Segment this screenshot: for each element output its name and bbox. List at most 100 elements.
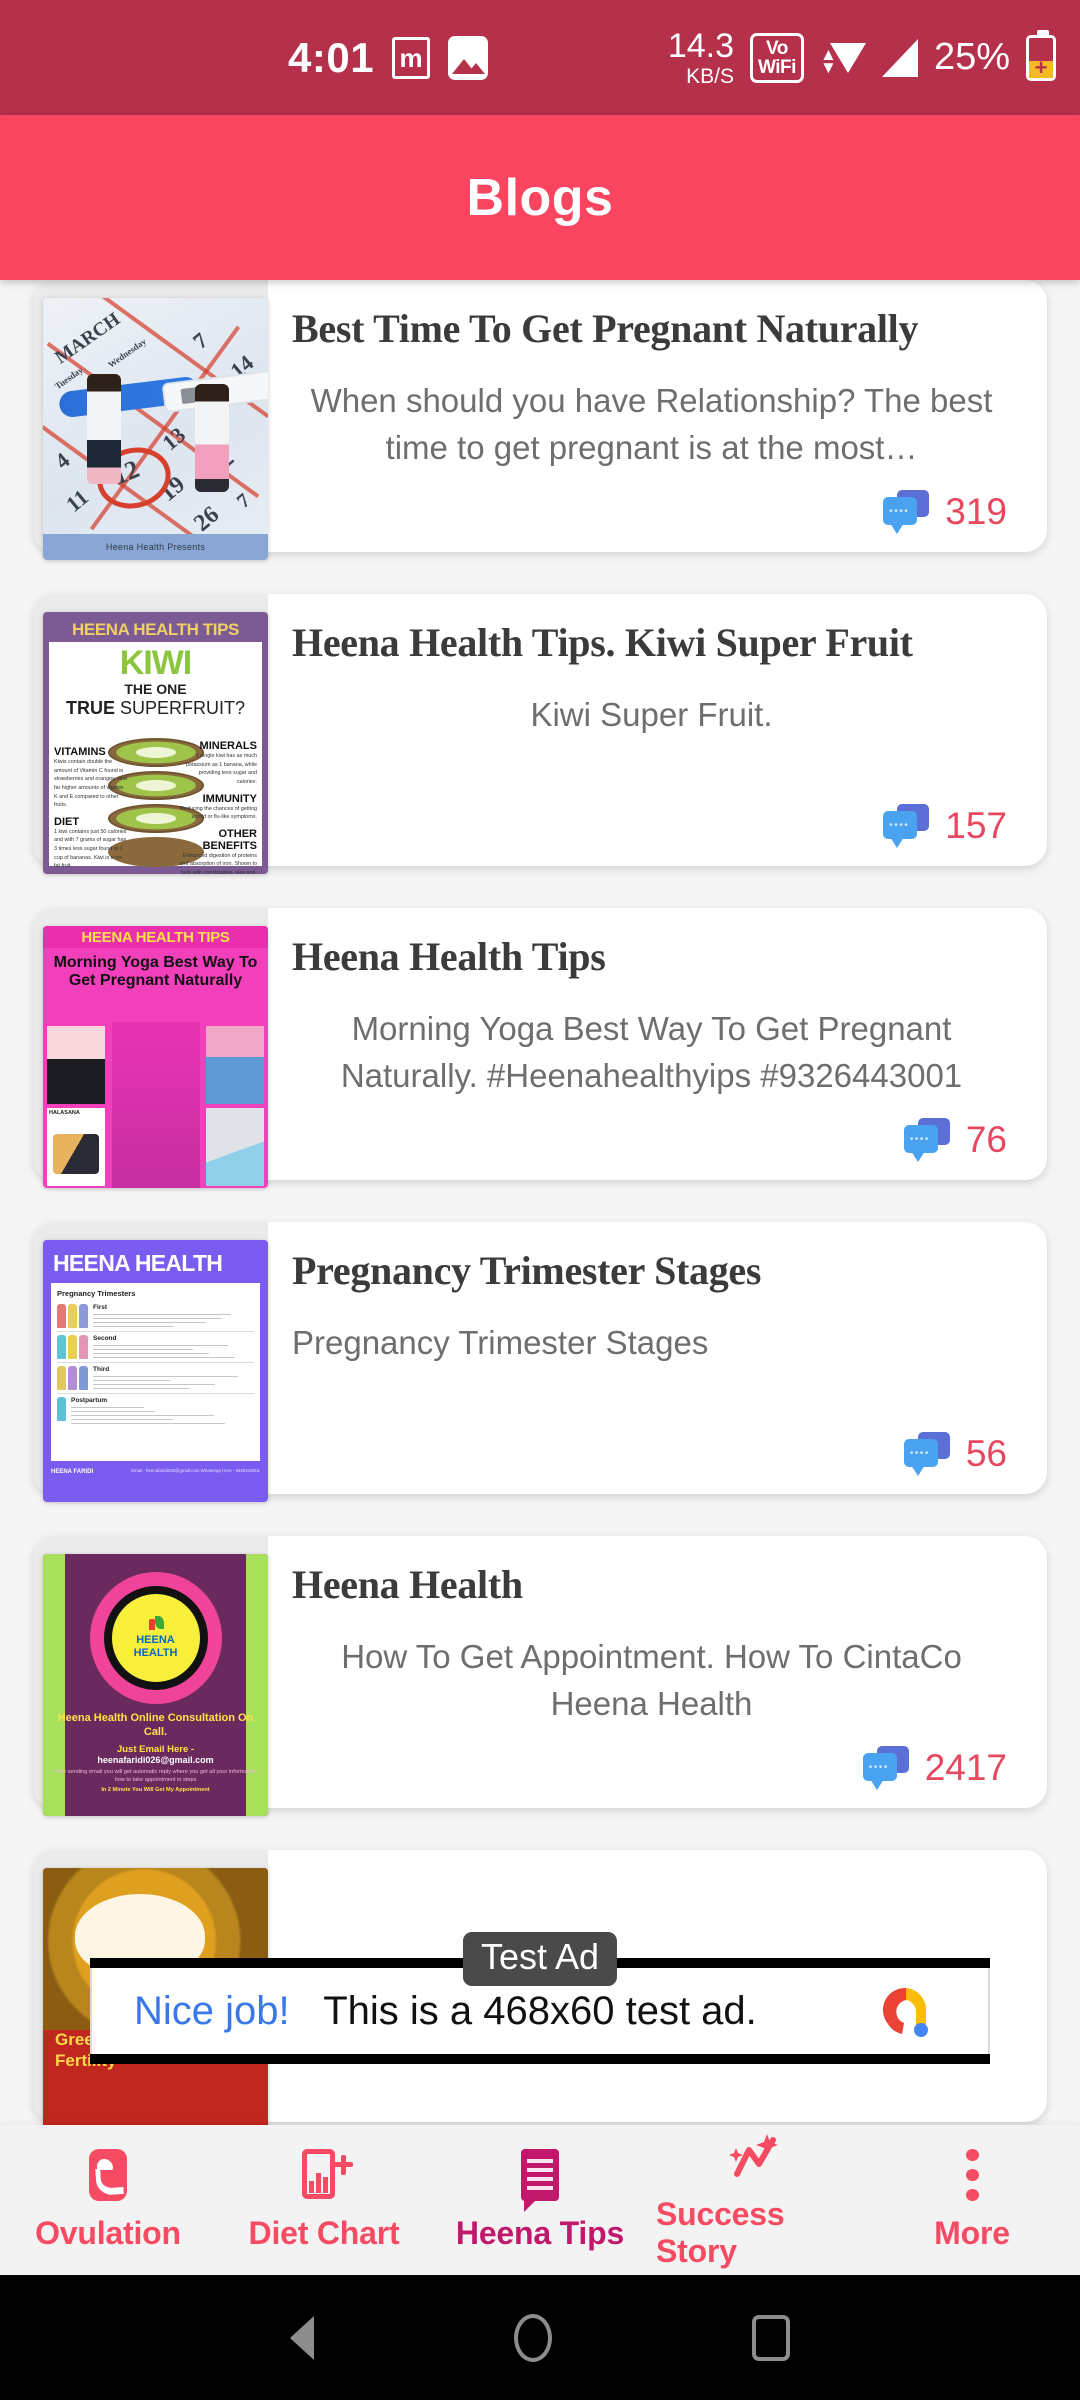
thumbnail-subtitle: Morning Yoga Best Way To Get Pregnant Na… xyxy=(53,954,258,989)
blog-description: When should you have Relationship? The b… xyxy=(310,382,993,466)
comment-icon: •••• xyxy=(903,1432,950,1476)
blog-comment-row[interactable]: •••• 2417 xyxy=(292,1746,1011,1790)
nav-item-ovulation[interactable]: Ovulation xyxy=(8,2148,208,2252)
thumbnail-footer: HEENA FARIDI Email - heenafaridi026@gmai… xyxy=(51,1468,260,1475)
blog-thumbnail-container: HEENA HEALTH TIPS KIWI THE ONE TRUE SUPE… xyxy=(33,594,268,874)
blog-title: Heena Health xyxy=(292,1562,523,1607)
nav-item-more[interactable]: More xyxy=(872,2148,1072,2252)
blog-description: Morning Yoga Best Way To Get Pregnant Na… xyxy=(340,1010,963,1094)
rocking-horse-icon xyxy=(89,2148,127,2201)
comment-count: 56 xyxy=(965,1433,1007,1474)
speech-bubble-icon xyxy=(521,2148,559,2212)
cellular-signal-icon xyxy=(881,38,918,77)
blog-card-body: Heena Health How To Get Appointment. How… xyxy=(268,1536,1047,1808)
fact-body: Reducing the chances of getting a cold o… xyxy=(179,805,257,821)
blog-card[interactable]: HEENA HEALTH TIPS Morning Yoga Best Way … xyxy=(33,908,1047,1188)
thumbnail-left-column: VITAMINS Kiwis contain double the amount… xyxy=(54,740,128,874)
vowifi-bottom-label: WiFi xyxy=(758,56,796,78)
thumbnail-contact: Email - heenafaridi026@gmail.com WhatsAp… xyxy=(131,1468,260,1473)
blog-thumbnail-image: HEENA HEALTH Heena Health Online Consulta… xyxy=(43,1554,268,1816)
home-icon[interactable] xyxy=(514,2313,552,2362)
thumbnail-line2: THE ONE xyxy=(124,680,187,697)
network-speed-unit: KB/S xyxy=(686,64,734,88)
fact-head: OTHER BENEFITS xyxy=(202,827,257,852)
nav-label: Ovulation xyxy=(35,2214,181,2251)
comment-icon: •••• xyxy=(903,1118,950,1162)
thumbnail-caption: Heena Health Presents xyxy=(43,534,268,560)
ad-text: This is a 468x60 test ad. xyxy=(323,1988,757,2033)
thumbnail-line3: TRUE SUPERFRUIT? xyxy=(65,697,246,718)
trimester-row: Third xyxy=(57,1363,254,1394)
blog-title: Heena Health Tips. Kiwi Super Fruit xyxy=(292,620,913,665)
fact-body: 1 single kiwi has as much potassium as 1… xyxy=(185,753,257,785)
sheet-title: Pregnancy Trimesters xyxy=(57,1289,136,1298)
heena-health-logo: HEENA HEALTH xyxy=(89,1572,222,1704)
blog-comment-row[interactable]: •••• 319 xyxy=(292,490,1011,534)
battery-percent: 25% xyxy=(933,36,1010,78)
blog-card[interactable]: HEENA HEALTH Heena Health Online Consulta… xyxy=(33,1536,1047,1816)
comment-count: 157 xyxy=(945,805,1007,846)
trimester-row: First xyxy=(57,1301,254,1332)
thumb-line-a: Heena Health Online Consultation On Call… xyxy=(57,1712,254,1738)
blog-card[interactable]: MARCH Tuesday Wednesday 7 14 13 2 7 19 2… xyxy=(33,280,1047,560)
thumbnail-header: HEENA HEALTH TIPS xyxy=(43,926,268,948)
ad-test-badge: Test Ad xyxy=(462,1932,618,1986)
nav-item-diet-chart[interactable]: Diet Chart xyxy=(224,2148,424,2252)
recents-icon[interactable] xyxy=(752,2314,790,2361)
thumbnail-sheet: Pregnancy Trimesters First Second Third xyxy=(51,1283,260,1461)
battery-fill xyxy=(1029,60,1053,78)
yoga-center-photo xyxy=(111,1022,200,1188)
wifi-icon: ▲ ▼ xyxy=(820,38,866,78)
fact-body: Kiwis contain double the amount of Vitam… xyxy=(54,759,127,809)
status-bar-left: 4:01 m xyxy=(288,34,489,82)
blog-comment-row[interactable]: •••• 157 xyxy=(292,804,1011,848)
vowifi-top-label: Vo xyxy=(766,37,788,59)
fact-head: IMMUNITY xyxy=(202,792,257,805)
nav-label: Heena Tips xyxy=(455,2214,625,2251)
blog-list[interactable]: MARCH Tuesday Wednesday 7 14 13 2 7 19 2… xyxy=(0,280,1080,2125)
blog-card[interactable]: HEENA HEALTH Pregnancy Trimesters First … xyxy=(33,1222,1047,1502)
blog-comment-row[interactable]: •••• 76 xyxy=(292,1118,1011,1162)
comment-count: 76 xyxy=(965,1119,1007,1160)
comment-icon: •••• xyxy=(862,1746,909,1790)
thumb-line-c: heenafaridi026@gmail.com xyxy=(97,1754,214,1765)
fact-body: Enhanced digestion of proteins and absor… xyxy=(179,852,257,874)
ad-cta-link[interactable]: Nice job! xyxy=(134,1989,290,2034)
ad-banner[interactable]: Test Ad Nice job! This is a 468x60 test … xyxy=(90,1932,990,2064)
blog-description: How To Get Appointment. How To CintaCo H… xyxy=(341,1638,962,1722)
blog-title: Pregnancy Trimester Stages xyxy=(292,1248,762,1293)
mail-badge-letter: m xyxy=(399,42,423,73)
blog-thumbnail-image: HEENA HEALTH TIPS Morning Yoga Best Way … xyxy=(43,926,268,1188)
logo-line-2: HEALTH xyxy=(133,1647,178,1659)
wifi-transfer-arrows: ▲ ▼ xyxy=(819,44,837,78)
nav-item-success-story[interactable]: Success Story xyxy=(656,2130,856,2270)
page-title: Blogs xyxy=(466,168,614,227)
thumb-line-d: After sending email you will get automat… xyxy=(54,1768,257,1784)
status-bar-right: 14.3 KB/S Vo WiFi ▲ ▼ 25% xyxy=(668,29,1056,87)
blog-card[interactable]: HEENA HEALTH TIPS KIWI THE ONE TRUE SUPE… xyxy=(33,594,1047,874)
comment-count: 319 xyxy=(945,491,1007,532)
fact-head: MINERALS xyxy=(199,740,257,752)
bottom-navigation-bar: Ovulation Diet Chart Heena Tips Success … xyxy=(0,2125,1080,2275)
blog-title: Best Time To Get Pregnant Naturally xyxy=(292,306,919,351)
fact-head: DIET xyxy=(54,815,80,828)
thumbnail-header: HEENA HEALTH TIPS xyxy=(72,620,239,639)
network-speed: 14.3 KB/S xyxy=(668,29,734,87)
blog-comment-row[interactable]: •••• 56 xyxy=(292,1432,1011,1476)
trimester-label: Third xyxy=(93,1366,110,1373)
comment-icon: •••• xyxy=(883,804,930,848)
yoga-pose-label: HALASANA xyxy=(49,1110,80,1116)
app-bar: Blogs xyxy=(0,115,1080,280)
comment-count: 2417 xyxy=(924,1747,1007,1788)
blog-thumbnail-image: HEENA HEALTH Pregnancy Trimesters First … xyxy=(43,1240,268,1502)
nav-label: More xyxy=(934,2214,1010,2251)
thumbnail-kiwi-title: KIWI xyxy=(119,644,193,682)
blog-thumbnail-container: HEENA HEALTH Heena Health Online Consulta… xyxy=(33,1536,268,1816)
thumb-line-b: Just Email Here - xyxy=(116,1743,195,1755)
trimester-row: Second xyxy=(57,1332,254,1363)
admob-logo-icon xyxy=(876,1980,938,2042)
back-icon[interactable] xyxy=(290,2315,314,2360)
thumbnail-brand: HEENA FARIDI xyxy=(51,1468,94,1475)
nav-item-heena-tips[interactable]: Heena Tips xyxy=(440,2148,640,2252)
blog-thumbnail-container: MARCH Tuesday Wednesday 7 14 13 2 7 19 2… xyxy=(33,280,268,560)
